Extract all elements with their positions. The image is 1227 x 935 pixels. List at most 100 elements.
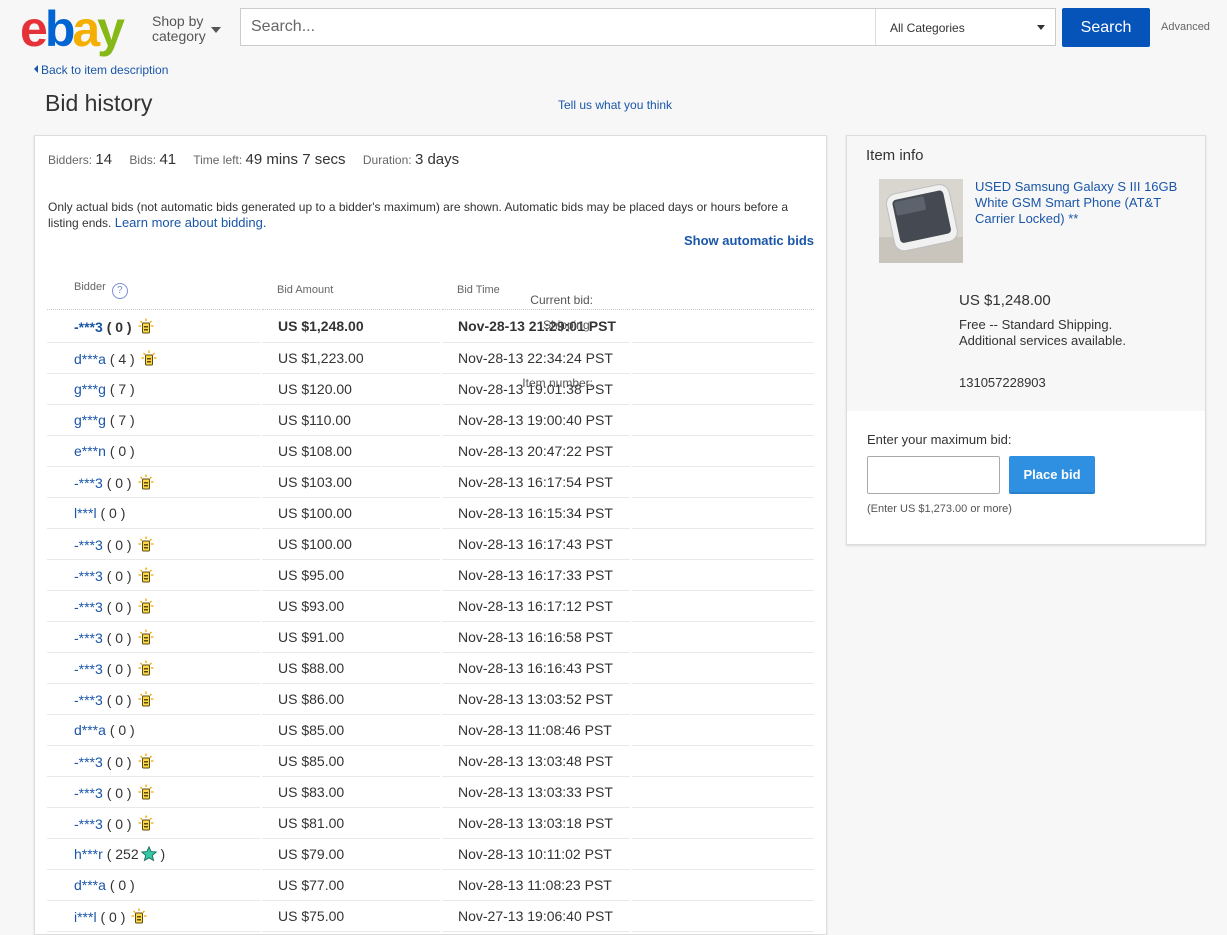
table-row: -***3 ( 0 ) US $88.00 Nov-28-13 16:16:43 P… xyxy=(47,652,816,684)
learn-more-link[interactable]: Learn more about bidding. xyxy=(115,215,267,230)
table-row: -***3 ( 0 ) US $93.00 Nov-28-13 16:17:12 P… xyxy=(47,590,816,622)
bidder-link[interactable]: g***g xyxy=(74,412,106,428)
shipping-label: Shipping: xyxy=(542,318,593,332)
bidder-link[interactable]: -***3 xyxy=(74,661,103,677)
current-bid-label: Current bid: xyxy=(530,293,593,307)
min-bid-hint: (Enter US $1,273.00 or more) xyxy=(867,503,1012,515)
table-row: i***l ( 0 ) US $75.00 Nov-27-13 19:06:40 P… xyxy=(47,900,816,932)
feedback-score-value: 0 xyxy=(115,815,124,832)
feedback-score-value: 0 xyxy=(115,598,124,615)
feedback-score-value: 4 xyxy=(118,350,127,367)
bidder-link[interactable]: i***l xyxy=(74,909,97,925)
empty-cell xyxy=(631,714,816,746)
back-to-item-link[interactable]: Back to item description xyxy=(34,63,168,77)
bid-amount-cell: US $100.00 xyxy=(261,497,442,529)
bid-amount-cell: US $100.00 xyxy=(261,528,442,560)
max-bid-input[interactable] xyxy=(867,456,1000,494)
bids-note: Only actual bids (not automatic bids gen… xyxy=(48,200,818,231)
table-row: e***n ( 0 ) US $108.00 Nov-28-13 20:47:22 … xyxy=(47,435,816,467)
bid-time-cell: Nov-28-13 16:16:43 PST xyxy=(441,652,632,684)
advanced-search-link[interactable]: Advanced xyxy=(1161,21,1210,33)
item-info-section: Item info USED Samsung Galaxy S III 16GB… xyxy=(522,136,1205,411)
current-bid-value: US $1,248.00 xyxy=(959,292,1051,309)
feedback-score-value: 0 xyxy=(115,318,124,335)
feedback-score-value: 0 xyxy=(115,753,124,770)
sun-icon xyxy=(138,660,154,676)
empty-cell xyxy=(631,435,816,467)
bid-amount-cell: US $86.00 xyxy=(261,683,442,715)
sun-icon xyxy=(138,536,154,552)
back-link-label: Back to item description xyxy=(41,63,169,77)
table-row: g***g ( 7 ) US $120.00 Nov-28-13 19:01:38 … xyxy=(47,373,816,405)
shop-by-label-line2: category xyxy=(152,28,206,44)
empty-cell xyxy=(631,869,816,901)
bidder-link[interactable]: -***3 xyxy=(74,816,103,832)
sun-icon xyxy=(138,691,154,707)
search-button[interactable]: Search xyxy=(1062,8,1150,47)
bid-amount-cell: US $81.00 xyxy=(261,807,442,839)
bid-amount-cell: US $93.00 xyxy=(261,590,442,622)
bidder-cell: -***3 ( 0 ) xyxy=(47,807,262,839)
bidder-link[interactable]: -***3 xyxy=(74,692,103,708)
feedback-score: ( 0 ) xyxy=(109,877,135,893)
bidder-link[interactable]: -***3 xyxy=(74,630,103,646)
bidder-link[interactable]: -***3 xyxy=(74,599,103,615)
empty-cell xyxy=(631,745,816,777)
empty-cell xyxy=(631,621,816,653)
bidder-link[interactable]: d***a xyxy=(74,877,106,893)
bidder-cell: d***a ( 0 ) xyxy=(47,869,262,901)
ebay-logo[interactable]: ebay xyxy=(20,4,125,54)
feedback-score-value: 0 xyxy=(115,691,124,708)
feedback-score-value: 7 xyxy=(118,412,127,428)
column-header-bidder: Bidder? xyxy=(47,271,261,310)
feedback-score: ( 0 ) xyxy=(109,443,135,459)
feedback-link[interactable]: Tell us what you think xyxy=(558,98,672,112)
bidder-link[interactable]: -***3 xyxy=(74,785,103,801)
feedback-score-value: 0 xyxy=(118,443,127,459)
bidder-cell: h***r ( 252 ) xyxy=(47,838,262,870)
sun-icon xyxy=(138,598,154,614)
bid-amount-cell: US $1,223.00 xyxy=(261,342,442,374)
bidder-cell: -***3 ( 0 ) xyxy=(47,466,262,498)
bid-amount-cell: US $110.00 xyxy=(261,404,442,436)
bidder-link[interactable]: -***3 xyxy=(74,754,103,770)
bid-time-cell: Nov-28-13 16:17:43 PST xyxy=(441,528,632,560)
bidder-link[interactable]: d***a xyxy=(74,722,106,738)
chevron-down-icon[interactable] xyxy=(211,27,221,33)
search-input[interactable] xyxy=(241,9,871,45)
bidder-cell: g***g ( 7 ) xyxy=(47,373,262,405)
bidder-link[interactable]: h***r xyxy=(74,846,103,862)
table-row: d***a ( 0 ) US $85.00 Nov-28-13 11:08:46 P… xyxy=(47,714,816,746)
help-icon[interactable]: ? xyxy=(111,283,128,299)
bid-time-cell: Nov-28-13 13:03:33 PST xyxy=(441,776,632,808)
shop-by-category-button[interactable]: Shop by category xyxy=(152,14,206,44)
bidder-link[interactable]: e***n xyxy=(74,443,106,459)
feedback-score-value: 252 xyxy=(115,846,139,862)
item-thumbnail[interactable] xyxy=(879,179,963,263)
bidder-link[interactable]: g***g xyxy=(74,381,106,397)
column-header-label: Bidder xyxy=(74,281,106,293)
bidder-link[interactable]: -***3 xyxy=(74,319,103,335)
duration-value: 3 days xyxy=(414,151,460,168)
item-info-title: Item info xyxy=(866,147,924,164)
bid-amount-cell: US $83.00 xyxy=(261,776,442,808)
table-row: -***3 ( 0 ) US $100.00 Nov-28-13 16:17:43 … xyxy=(47,528,816,560)
place-bid-button[interactable]: Place bid xyxy=(1009,456,1095,494)
item-title-link[interactable]: USED Samsung Galaxy S III 16GB White GSM… xyxy=(975,179,1195,227)
bidder-link[interactable]: -***3 xyxy=(74,537,103,553)
bid-time-cell: Nov-28-13 16:17:54 PST xyxy=(441,466,632,498)
bidder-link[interactable]: -***3 xyxy=(74,475,103,491)
bidder-cell: i***l ( 0 ) xyxy=(47,900,262,932)
bidder-cell: -***3 ( 0 ) xyxy=(47,683,262,715)
bidder-link[interactable]: d***a xyxy=(74,351,106,367)
category-select-value: All Categories xyxy=(890,21,965,35)
bidder-cell: -***3 ( 0 ) xyxy=(47,652,262,684)
feedback-score: ( 0 ) xyxy=(106,474,132,491)
show-automatic-bids-link[interactable]: Show automatic bids xyxy=(684,233,814,248)
bidder-link[interactable]: l***l xyxy=(74,505,97,521)
feedback-score-value: 0 xyxy=(109,505,117,521)
feedback-score: ( 0 ) xyxy=(106,567,132,584)
bidder-link[interactable]: -***3 xyxy=(74,568,103,584)
category-select[interactable]: All Categories xyxy=(875,9,1055,45)
table-row: -***3 ( 0 ) US $103.00 Nov-28-13 16:17:54 … xyxy=(47,466,816,498)
